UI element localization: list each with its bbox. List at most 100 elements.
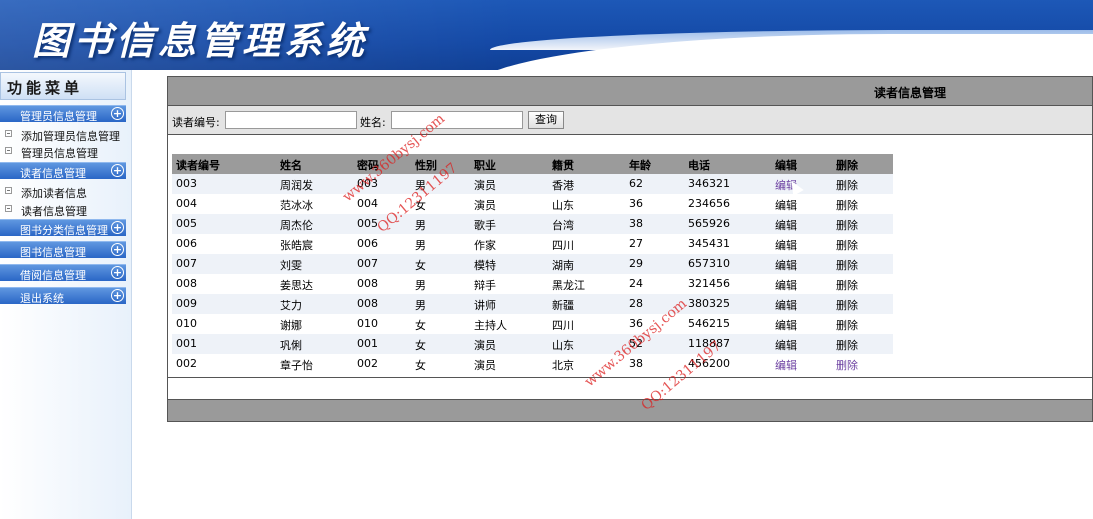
name-label: 姓名: (360, 116, 386, 129)
cell-gender: 男 (415, 299, 426, 312)
query-button[interactable]: 查询 (528, 111, 564, 129)
cell-edit-link[interactable]: 编辑 (775, 197, 797, 213)
cell-hometown: 北京 (552, 359, 574, 372)
cell-gender: 女 (415, 339, 426, 352)
cell-gender: 女 (415, 259, 426, 272)
menu-category-book[interactable]: 图书信息管理 + (0, 241, 126, 259)
cell-phone: 657310 (688, 257, 730, 270)
menu-category-book-category[interactable]: 图书分类信息管理 + (0, 219, 126, 237)
menu-item-label[interactable]: 添加管理员信息管理 (21, 128, 120, 144)
cell-delete-link[interactable]: 删除 (836, 297, 858, 313)
menu-category-label: 借阅信息管理 (20, 269, 86, 282)
cell-occupation: 主持人 (474, 319, 507, 332)
cell-reader-id: 008 (176, 277, 197, 290)
menu-item-admin-manage[interactable]: 管理员信息管理 (0, 143, 126, 160)
table-row: 001 巩俐 001 女演员 山东 52 118887 编辑 删除 (172, 334, 893, 354)
cell-gender: 男 (415, 239, 426, 252)
reader-table: 读者编号 姓名 密码 性别 职业 籍贯 年龄 电话 编辑 删除 003 周润发 003 男演员 香港 62 34… (172, 154, 893, 374)
cell-delete-link[interactable]: 删除 (836, 197, 858, 213)
cell-edit-link[interactable]: 编辑 (775, 217, 797, 233)
cell-age: 27 (629, 237, 643, 250)
cell-gender: 女 (415, 319, 426, 332)
cell-name: 范冰冰 (280, 199, 313, 212)
expand-plus-icon[interactable]: + (111, 107, 124, 120)
cell-hometown: 台湾 (552, 219, 574, 232)
column-header-reader-id: 读者编号 (176, 159, 220, 172)
menu-item-label[interactable]: 读者信息管理 (21, 203, 87, 219)
cell-password: 001 (357, 337, 378, 350)
table-row: 005 周杰伦 005 男歌手 台湾 38 565926 编辑 删除 (172, 214, 893, 234)
cell-occupation: 演员 (474, 199, 496, 212)
cell-delete-link[interactable]: 删除 (836, 357, 858, 373)
cell-reader-id: 007 (176, 257, 197, 270)
menu-item-add-admin[interactable]: 添加管理员信息管理 (0, 126, 126, 143)
cell-age: 24 (629, 277, 643, 290)
cell-age: 62 (629, 177, 643, 190)
header-banner: 图书信息管理系统 (0, 0, 1093, 70)
table-header-row: 读者编号 姓名 密码 性别 职业 籍贯 年龄 电话 编辑 删除 (172, 154, 893, 174)
cell-occupation: 演员 (474, 339, 496, 352)
cell-edit-link[interactable]: 编辑 (775, 277, 797, 293)
cell-delete-link[interactable]: 删除 (836, 317, 858, 333)
cell-age: 38 (629, 217, 643, 230)
cell-gender: 女 (415, 359, 426, 372)
cell-password: 007 (357, 257, 378, 270)
cell-delete-link[interactable]: 删除 (836, 277, 858, 293)
column-header-hometown: 籍贯 (552, 159, 574, 172)
cell-delete-link[interactable]: 删除 (836, 237, 858, 253)
page-title: 读者信息管理 (873, 86, 946, 100)
cell-edit-link[interactable]: 编辑 (775, 257, 797, 273)
menu-title-box: 功能菜单 (0, 72, 126, 100)
cell-occupation: 演员 (474, 359, 496, 372)
cell-gender: 男 (415, 219, 426, 232)
cell-edit-link[interactable]: 编辑 (775, 317, 797, 333)
cell-hometown: 四川 (552, 239, 574, 252)
cell-delete-link[interactable]: 删除 (836, 177, 858, 193)
menu-title: 功能菜单 (7, 79, 84, 97)
cell-reader-id: 001 (176, 337, 197, 350)
cell-delete-link[interactable]: 删除 (836, 257, 858, 273)
cell-name: 艾力 (280, 299, 302, 312)
cell-password: 002 (357, 357, 378, 370)
cell-edit-link[interactable]: 编辑 (775, 357, 797, 373)
table-row: 004 范冰冰 004 女演员 山东 36 234656 编辑 删除 (172, 194, 893, 214)
cell-edit-link[interactable]: 编辑 (775, 297, 797, 313)
cell-reader-id: 003 (176, 177, 197, 190)
menu-category-logout[interactable]: 退出系统 + (0, 287, 126, 305)
cell-occupation: 讲师 (474, 299, 496, 312)
menu-item-label[interactable]: 添加读者信息 (21, 185, 87, 201)
menu-category-reader[interactable]: 读者信息管理 + (0, 162, 126, 180)
menu-category-label: 管理员信息管理 (20, 110, 97, 123)
cell-password: 008 (357, 297, 378, 310)
menu-item-reader-manage[interactable]: 读者信息管理 (0, 201, 126, 218)
cell-occupation: 模特 (474, 259, 496, 272)
cell-delete-link[interactable]: 删除 (836, 337, 858, 353)
menu-category-label: 退出系统 (20, 292, 64, 305)
expand-plus-icon[interactable]: + (111, 243, 124, 256)
expand-plus-icon[interactable]: + (111, 164, 124, 177)
table-row: 002 章子怡 002 女演员 北京 38 456200 编辑 删除 (172, 354, 893, 374)
cell-delete-link[interactable]: 删除 (836, 217, 858, 233)
cell-reader-id: 009 (176, 297, 197, 310)
menu-category-label: 图书分类信息管理 (20, 224, 108, 237)
expand-plus-icon[interactable]: + (111, 266, 124, 279)
cell-reader-id: 010 (176, 317, 197, 330)
cell-edit-link[interactable]: 编辑 (775, 337, 797, 353)
expand-plus-icon[interactable]: + (111, 289, 124, 302)
menu-item-label[interactable]: 管理员信息管理 (21, 145, 98, 161)
expand-plus-icon[interactable]: + (111, 221, 124, 234)
menu-item-add-reader[interactable]: 添加读者信息 (0, 183, 126, 200)
cell-occupation: 作家 (474, 239, 496, 252)
name-input[interactable] (391, 111, 523, 129)
menu-category-admin[interactable]: 管理员信息管理 + (0, 105, 126, 123)
panel-footer-bar (168, 399, 1092, 421)
cell-occupation: 辩手 (474, 279, 496, 292)
cell-hometown: 湖南 (552, 259, 574, 272)
menu-category-borrow[interactable]: 借阅信息管理 + (0, 264, 126, 282)
column-header-gender: 性别 (415, 159, 437, 172)
cell-edit-link[interactable]: 编辑 (775, 237, 797, 253)
reader-id-input[interactable] (225, 111, 357, 129)
column-header-occupation: 职业 (474, 159, 496, 172)
cell-password: 004 (357, 197, 378, 210)
table-row: 006 张皓宸 006 男 作家 四川 27 345431 编辑 删除 (172, 234, 893, 254)
